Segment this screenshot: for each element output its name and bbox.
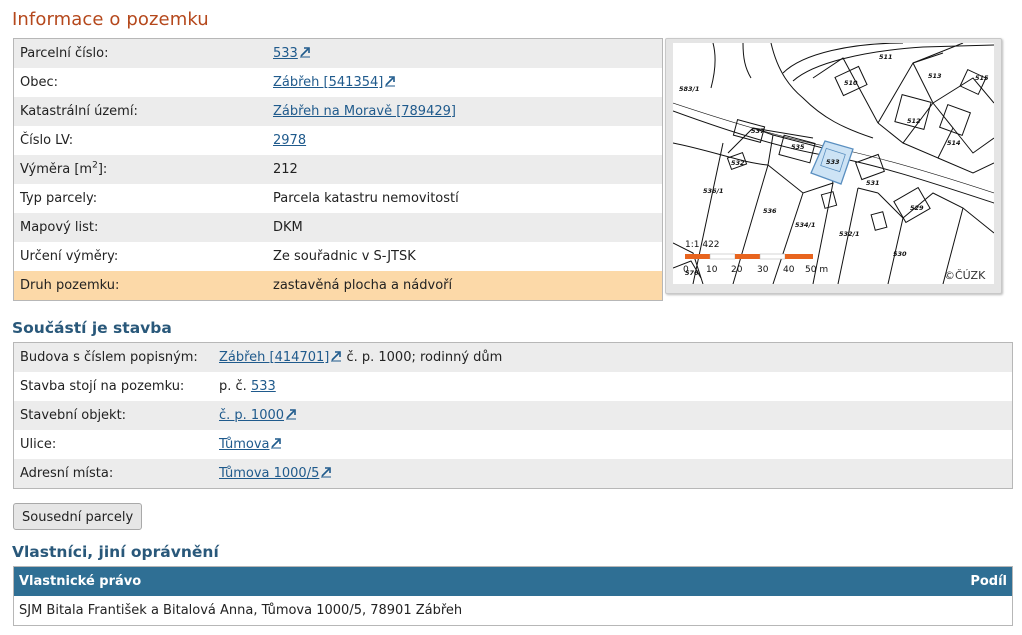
scale-tick-30: 30: [757, 265, 769, 275]
link-cadastral-area[interactable]: Zábřeh na Moravě [789429]: [273, 104, 456, 119]
svg-text:513: 513: [928, 72, 942, 80]
svg-text:511: 511: [879, 53, 893, 61]
label-building: Budova s číslem popisným:: [20, 350, 198, 365]
owners-table: Vlastnické právo Podíl SJM Bitala Franti…: [13, 566, 1013, 626]
value-map-sheet: DKM: [273, 220, 303, 235]
link-lv-number[interactable]: 2978: [273, 133, 306, 148]
row-building: Budova s číslem popisným: Zábřeh [414701…: [14, 343, 1012, 372]
row-cadastral-area: Katastrální území: Zábřeh na Moravě [789…: [14, 97, 662, 126]
svg-text:534/1: 534/1: [795, 221, 815, 229]
label-land-type: Druh pozemku:: [20, 278, 120, 293]
label-area: Výměra [m2]:: [20, 160, 108, 177]
header-share: Podíl: [970, 574, 1007, 589]
row-parcel-number: Parcelní číslo: 533: [14, 39, 662, 68]
external-link-icon[interactable]: [330, 350, 342, 362]
map-scale-ratio: 1:1 422: [685, 240, 720, 250]
label-lv-number: Číslo LV:: [20, 133, 74, 148]
link-building[interactable]: Zábřeh [414701]: [219, 350, 329, 365]
scale-tick-50: 50 m: [805, 265, 828, 275]
label-parcel-number: Parcelní číslo:: [20, 46, 109, 61]
stands-on-prefix: p. č.: [219, 379, 251, 394]
map-copyright: ©ČÚZK: [944, 269, 986, 282]
link-address[interactable]: Tůmova 1000/5: [219, 466, 319, 481]
svg-text:510: 510: [844, 79, 858, 87]
row-area: Výměra [m2]: 212: [14, 155, 662, 184]
svg-text:529: 529: [910, 204, 924, 212]
link-building-object[interactable]: č. p. 1000: [219, 408, 284, 423]
scale-tick-0: 0: [683, 265, 689, 275]
page-title: Informace o pozemku: [12, 9, 209, 30]
row-street: Ulice: Tůmova: [14, 430, 1012, 459]
svg-text:512: 512: [907, 117, 921, 125]
row-stands-on: Stavba stojí na pozemku: p. č. 533: [14, 372, 1012, 401]
svg-text:537: 537: [751, 127, 765, 135]
value-area-determination: Ze souřadnic v S-JTSK: [273, 249, 416, 264]
row-lv-number: Číslo LV: 2978: [14, 126, 662, 155]
value-land-type: zastavěná plocha a nádvoří: [273, 278, 453, 293]
cadastral-map-frame: 511 510 513 515 583/1 512 514 537 535 53…: [665, 38, 1002, 294]
row-parcel-type: Typ parcely: Parcela katastru nemovitost…: [14, 184, 662, 213]
owner-name: SJM Bitala František a Bitalová Anna, Tů…: [19, 603, 463, 618]
parcel-info-table: Parcelní číslo: 533 Obec: Zábřeh [541354…: [13, 38, 663, 301]
link-parcel-number[interactable]: 533: [273, 46, 298, 61]
svg-text:536/1: 536/1: [703, 187, 723, 195]
table-row: SJM Bitala František a Bitalová Anna, Tů…: [14, 596, 1012, 625]
row-address: Adresní místa: Tůmova 1000/5: [14, 459, 1012, 488]
row-land-type: Druh pozemku: zastavěná plocha a nádvoří: [14, 271, 662, 300]
building-table: Budova s číslem popisným: Zábřeh [414701…: [13, 342, 1013, 489]
owners-table-header: Vlastnické právo Podíl: [14, 567, 1012, 596]
neighbor-parcels-button[interactable]: Sousední parcely: [13, 503, 143, 530]
row-building-object: Stavební objekt: č. p. 1000: [14, 401, 1012, 430]
svg-text:530: 530: [893, 250, 907, 258]
svg-text:532/1: 532/1: [839, 230, 859, 238]
label-street: Ulice:: [20, 437, 57, 452]
map-scalebar: [685, 253, 813, 260]
row-area-determination: Určení výměry: Ze souřadnic v S-JTSK: [14, 242, 662, 271]
svg-text:536: 536: [763, 207, 777, 215]
value-parcel-type: Parcela katastru nemovitostí: [273, 191, 459, 206]
label-map-sheet: Mapový list:: [20, 220, 99, 235]
row-map-sheet: Mapový list: DKM: [14, 213, 662, 242]
building-description: č. p. 1000; rodinný dům: [342, 350, 503, 365]
external-link-icon[interactable]: [285, 408, 297, 420]
value-area: 212: [273, 162, 298, 177]
external-link-icon[interactable]: [384, 75, 396, 87]
link-municipality[interactable]: Zábřeh [541354]: [273, 75, 383, 90]
external-link-icon[interactable]: [270, 437, 282, 449]
cadastral-map[interactable]: 511 510 513 515 583/1 512 514 537 535 53…: [673, 43, 994, 284]
label-parcel-type: Typ parcely:: [20, 191, 98, 206]
header-ownership-right: Vlastnické právo: [19, 574, 142, 589]
label-area-determination: Určení výměry:: [20, 249, 119, 264]
label-cadastral-area: Katastrální území:: [20, 104, 138, 119]
scale-tick-40: 40: [783, 265, 795, 275]
external-link-icon[interactable]: [320, 466, 332, 478]
scale-tick-20: 20: [731, 265, 743, 275]
owners-heading: Vlastníci, jiní oprávnění: [12, 543, 219, 561]
label-address: Adresní místa:: [20, 466, 114, 481]
label-municipality: Obec:: [20, 75, 59, 90]
map-drawing: 511 510 513 515 583/1 512 514 537 535 53…: [673, 43, 994, 284]
external-link-icon[interactable]: [299, 46, 311, 58]
svg-text:535: 535: [791, 143, 805, 151]
svg-text:583/1: 583/1: [679, 85, 699, 93]
building-heading: Součástí je stavba: [12, 319, 172, 337]
label-stands-on: Stavba stojí na pozemku:: [20, 379, 185, 394]
link-stands-on-parcel[interactable]: 533: [251, 379, 276, 394]
svg-text:533: 533: [826, 158, 840, 166]
svg-text:532: 532: [731, 159, 745, 167]
svg-text:515: 515: [975, 74, 989, 82]
link-street[interactable]: Tůmova: [219, 437, 269, 452]
svg-text:531: 531: [866, 179, 880, 187]
row-municipality: Obec: Zábřeh [541354]: [14, 68, 662, 97]
label-building-object: Stavební objekt:: [20, 408, 127, 423]
svg-text:514: 514: [947, 139, 961, 147]
scale-tick-10: 10: [706, 265, 718, 275]
